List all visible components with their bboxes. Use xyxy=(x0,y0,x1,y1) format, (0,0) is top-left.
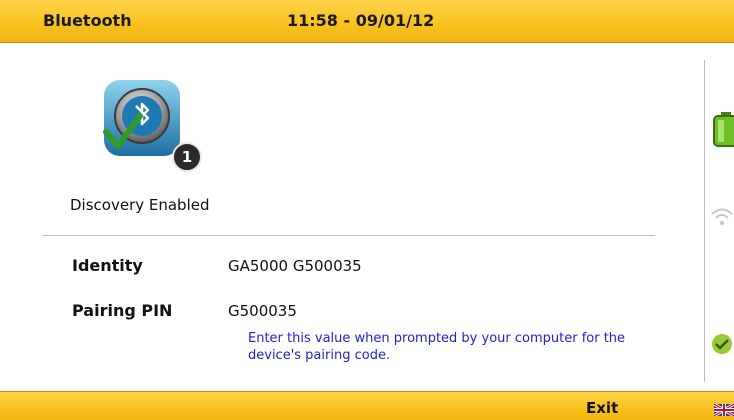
pairing-pin-label: Pairing PIN xyxy=(72,301,173,320)
check-status-icon xyxy=(710,332,734,356)
title-bar: Bluetooth 11:58 - 09/01/12 xyxy=(0,0,734,43)
footer-bar: Exit xyxy=(0,391,734,420)
notification-badge: 1 xyxy=(172,142,202,172)
sidebar-divider xyxy=(704,60,705,382)
pairing-hint: Enter this value when prompted by your c… xyxy=(248,331,626,363)
wifi-icon xyxy=(710,205,734,229)
discovery-status: Discovery Enabled xyxy=(70,196,210,214)
divider xyxy=(42,235,655,236)
pairing-pin-value: G500035 xyxy=(228,302,297,320)
identity-value: GA5000 G500035 xyxy=(228,257,362,275)
battery-icon xyxy=(712,112,734,148)
clock: 11:58 - 09/01/12 xyxy=(287,11,435,30)
exit-button[interactable]: Exit xyxy=(586,399,618,417)
identity-label: Identity xyxy=(72,256,143,275)
uk-flag-icon[interactable] xyxy=(713,401,734,418)
page-title: Bluetooth xyxy=(43,11,132,30)
bluetooth-discovery-icon xyxy=(100,76,180,156)
